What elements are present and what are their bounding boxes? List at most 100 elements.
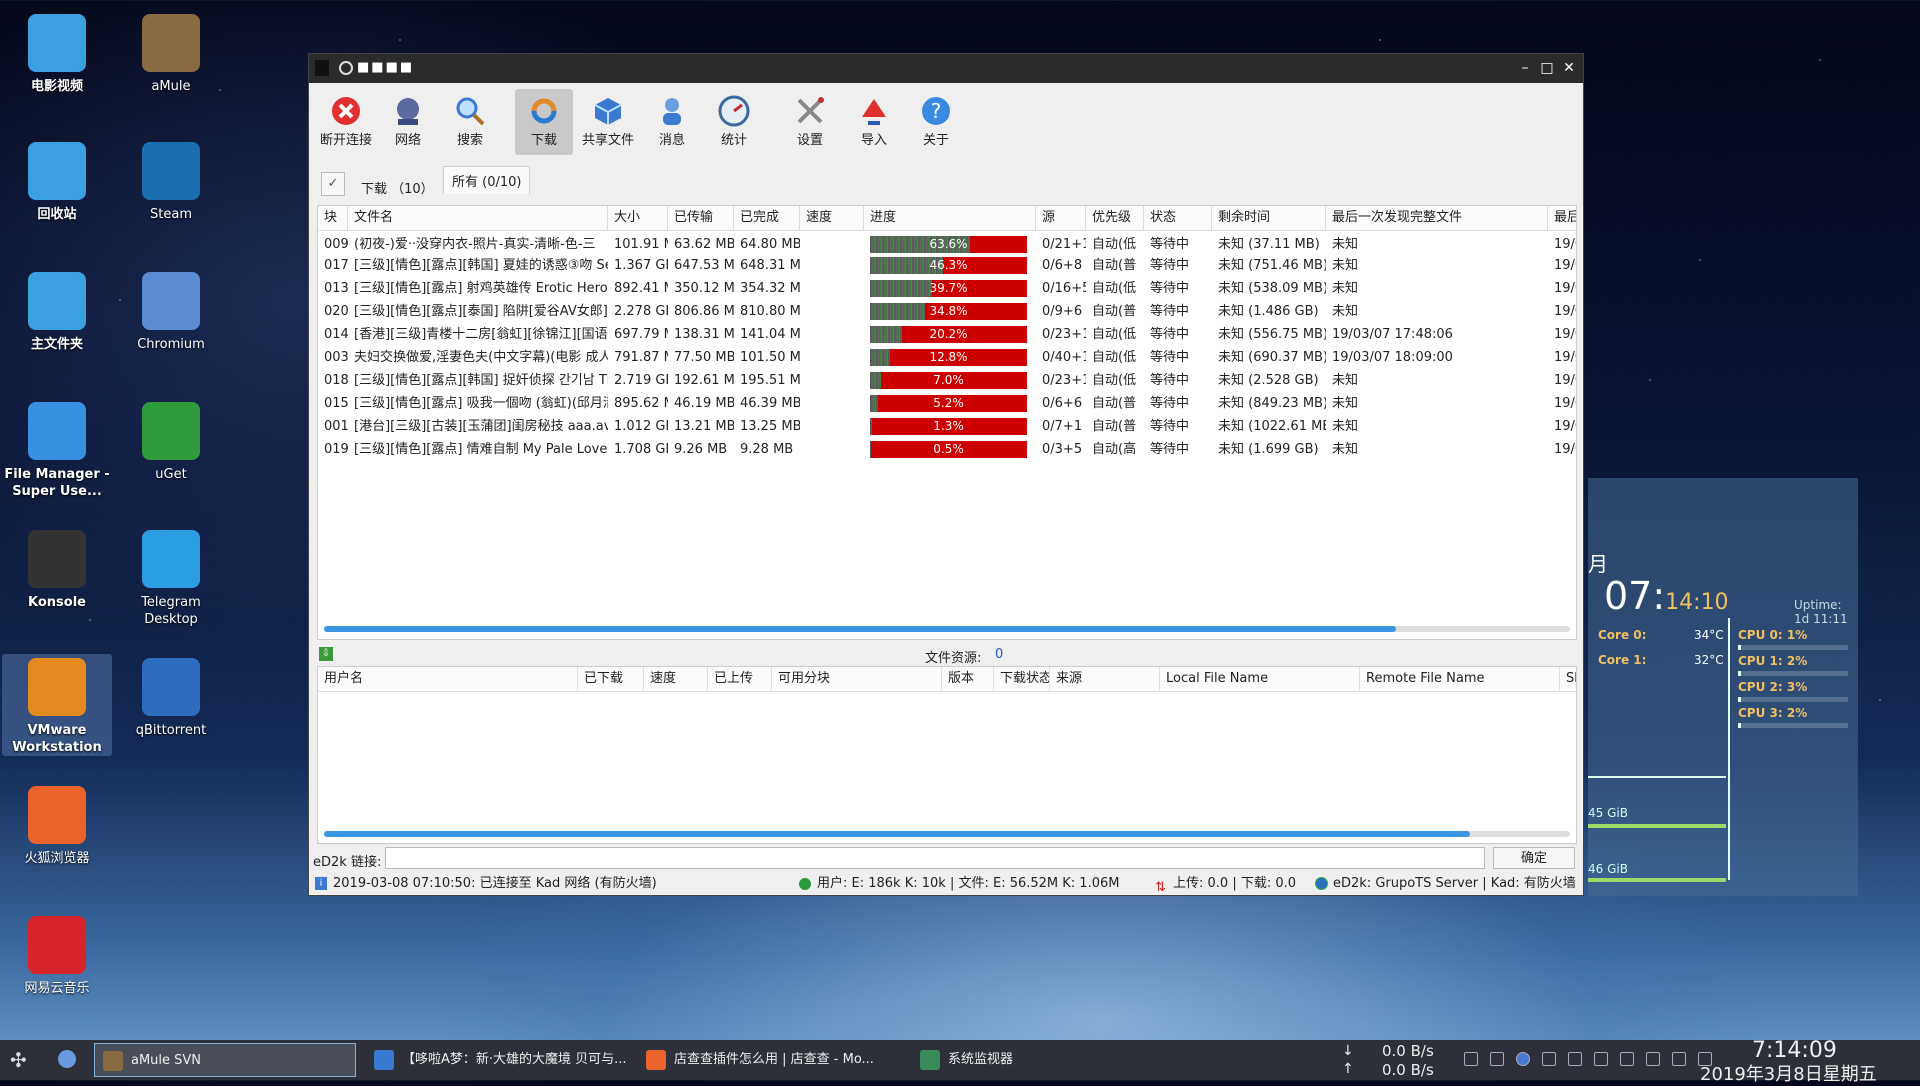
column-header[interactable]: 速度 [644, 667, 708, 691]
column-header[interactable]: 下载状态 [994, 667, 1050, 691]
toolbar-about-button[interactable]: ? 关于 [907, 89, 965, 155]
download-arrow-icon[interactable]: ⇩ [319, 647, 333, 661]
column-header[interactable]: 已上传 [708, 667, 772, 691]
ed2k-ok-button[interactable]: 确定 [1493, 847, 1575, 869]
table-cell: 19/03 [1554, 396, 1576, 411]
table-row[interactable]: 003 夫妇交换做爱,淫妻色夫(中文字幕)(电影 成人 791.87 M 77.50 … [318, 346, 1576, 369]
column-header[interactable]: 已下载 [578, 667, 644, 691]
taskbar-item-1[interactable]: 【哆啦A梦：新·大雄的大魔境 贝可与... [366, 1043, 630, 1077]
desktop-icon-2[interactable]: 回收站 [2, 138, 112, 223]
start-menu-icon[interactable]: ✣ [10, 1048, 27, 1072]
sources-scrollbar[interactable] [324, 831, 1570, 837]
desktop-icon-5[interactable]: Chromium [116, 268, 226, 353]
quicklaunch-browser-icon[interactable] [58, 1050, 76, 1068]
desktop-icon-7[interactable]: uGet [116, 398, 226, 483]
progress-text: 39.7% [929, 281, 968, 295]
column-header[interactable]: Remote File Name [1360, 667, 1560, 691]
desktop-icon-3[interactable]: Steam [116, 138, 226, 223]
toolbar-download-button[interactable]: 下载 [515, 89, 573, 155]
toolbar-network-button[interactable]: 网络 [379, 89, 437, 155]
desktop-icon-6[interactable]: File Manager - Super Use... [2, 398, 112, 500]
clock-date[interactable]: 2019年3月8日星期五 [1700, 1060, 1877, 1086]
table-row[interactable]: 009 (初夜-)爱··没穿内衣-照片-真实-清晰-色-三 101.91 M 63.6… [318, 233, 1576, 256]
table-row[interactable]: 020 [三级][情色][露点][泰国] 陷阱[爱谷AV女郎] S 2.278 GB… [318, 300, 1576, 323]
table-cell: 19/03 [1554, 350, 1576, 365]
table-row[interactable]: 014 [香港][三级]青楼十二房[翁虹][徐锦江][国语中 697.79 M 138… [318, 323, 1576, 346]
column-header[interactable]: 源 [1036, 206, 1086, 230]
taskbar-item-2[interactable]: 店查查插件怎么用 | 店查查 - Mo... [638, 1043, 906, 1077]
update-icon[interactable] [1594, 1052, 1608, 1066]
display-icon[interactable] [1542, 1052, 1556, 1066]
column-header[interactable]: 剩余时间 [1212, 206, 1326, 230]
toolbar-search-button[interactable]: 搜索 [441, 89, 499, 155]
table-row[interactable]: 017 [三级][情色][露点][韩国] 夏娃的诱惑③吻 Sec 1.367 GB 6… [318, 254, 1576, 277]
column-header[interactable]: 已完成 [734, 206, 800, 230]
table-cell: 648.31 M [740, 258, 800, 273]
keyboard-icon[interactable] [1490, 1052, 1504, 1066]
column-header[interactable]: 可用分块 [772, 667, 942, 691]
pin-icon[interactable] [339, 61, 353, 75]
title-bar[interactable]: ■■■■ – □ ✕ [309, 54, 1583, 83]
column-header[interactable]: 版本 [942, 667, 994, 691]
maximize-button[interactable]: □ [1537, 58, 1557, 78]
volume-icon[interactable] [1568, 1052, 1582, 1066]
table-row[interactable]: 015 [三级][情色][露点] 吸我一個吻 (翁虹)(邱月清 895.62 M 46… [318, 392, 1576, 415]
toolbar-messages-button[interactable]: 消息 [643, 89, 701, 155]
desktop-icon-8[interactable]: Konsole [2, 526, 112, 611]
close-button[interactable]: ✕ [1559, 58, 1579, 78]
taskbar-item-0[interactable]: aMule SVN [94, 1043, 356, 1077]
table-row[interactable]: 013 [三级][情色][露点] 射鸡英雄传 Erotic Hero T. 892.… [318, 277, 1576, 300]
table-cell: 未知 (37.11 MB) [1218, 237, 1320, 252]
taskbar-item-3[interactable]: 系统监视器 [912, 1043, 1176, 1077]
progress-bar: 7.0% [870, 372, 1027, 389]
downloads-scrollbar[interactable] [324, 626, 1570, 632]
column-header[interactable]: Local File Name [1160, 667, 1360, 691]
qbittorrent-icon[interactable] [1516, 1052, 1530, 1066]
column-header[interactable]: 块 [318, 206, 348, 230]
toolbar-statistics-button[interactable]: 统计 [705, 89, 763, 155]
power-icon[interactable] [1620, 1052, 1634, 1066]
tab-download[interactable]: 下载 （10） [353, 174, 442, 201]
toolbar-shared-files-button[interactable]: 共享文件 [579, 89, 637, 155]
check-icon[interactable]: ✓ [321, 172, 345, 196]
column-header[interactable]: 用户名 [318, 667, 578, 691]
column-header[interactable]: 已传输 [668, 206, 734, 230]
table-row[interactable]: 001 [港台][三级][古装][玉蒲团]闺房秘技 aaa.avi 1.012 GB… [318, 415, 1576, 438]
column-header[interactable]: 最后 [1548, 206, 1576, 230]
sources-scroll-thumb[interactable] [324, 831, 1471, 837]
table-row[interactable]: 018 [三级][情色][露点][韩国] 捉奸侦探 간기남 Th 2.719 GB 1… [318, 369, 1576, 392]
column-header[interactable]: 状态 [1144, 206, 1212, 230]
desktop-icon-4[interactable]: 主文件夹 [2, 268, 112, 353]
column-header[interactable]: 文件名 [348, 206, 608, 230]
desktop-icon-1[interactable]: aMule [116, 10, 226, 95]
desktop-icon-7-icon [142, 402, 200, 460]
desktop-icon-12[interactable]: 火狐浏览器 [2, 782, 112, 867]
column-header[interactable]: 优先级 [1086, 206, 1144, 230]
tab-all[interactable]: 所有 (0/10) [443, 166, 531, 194]
toolbar-settings-button[interactable]: 设置 [781, 89, 839, 155]
column-header[interactable]: 大小 [608, 206, 668, 230]
desktop-icon-11[interactable]: qBittorrent [116, 654, 226, 739]
toolbar-import-button[interactable]: 导入 [845, 89, 903, 155]
column-header[interactable]: 最后一次发现完整文件 [1326, 206, 1548, 230]
column-header[interactable]: 速度 [800, 206, 864, 230]
info-icon[interactable] [1464, 1052, 1478, 1066]
downloads-scroll-thumb[interactable] [324, 626, 1396, 632]
desktop-icon-13[interactable]: 网易云音乐 [2, 912, 112, 997]
desktop-icon-label: Steam [150, 207, 192, 222]
column-header[interactable]: 进度 [864, 206, 1036, 230]
table-row[interactable]: 019 [三级][情色][露点] 情难自制 My Pale Lover (1.70… [318, 438, 1576, 461]
toolbar-disconnect-button[interactable]: 断开连接 [317, 89, 375, 155]
ed2k-input[interactable] [385, 847, 1485, 869]
desktop-icon-10[interactable]: VMware Workstation [2, 654, 112, 756]
column-header[interactable]: 来源 [1050, 667, 1160, 691]
desktop-icon-0[interactable]: 电影视频 [2, 10, 112, 95]
usb-icon[interactable] [1646, 1052, 1660, 1066]
desktop-icon-9[interactable]: Telegram Desktop [116, 526, 226, 628]
column-header[interactable]: Sh [1560, 667, 1576, 691]
settings-icon [797, 97, 824, 124]
minimize-button[interactable]: – [1515, 58, 1535, 78]
table-cell: 未知 (556.75 MB) [1218, 327, 1326, 342]
clipboard-icon[interactable] [1672, 1052, 1686, 1066]
window-menu-icon[interactable] [315, 60, 329, 76]
